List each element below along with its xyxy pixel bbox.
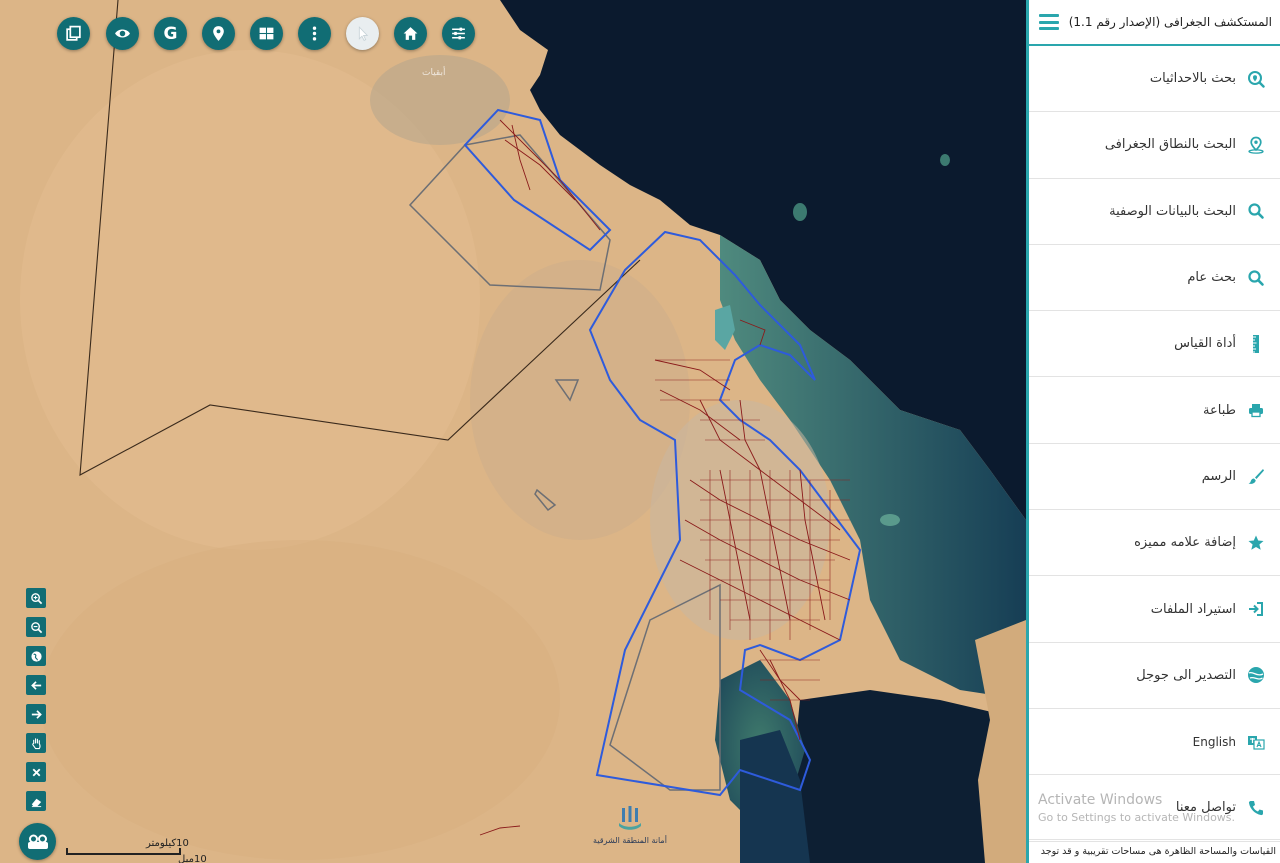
sliders-icon xyxy=(452,27,465,40)
globe-icon xyxy=(30,650,42,662)
menu-item-coordinates-search[interactable]: بحث بالاحداثيات xyxy=(1029,46,1280,113)
star-icon xyxy=(1246,533,1266,553)
layers-copy-icon xyxy=(66,25,81,41)
print-icon xyxy=(1246,400,1266,420)
menu-item-label: إضافة علامه مميزه xyxy=(1134,535,1236,551)
more-button[interactable] xyxy=(298,17,331,50)
sidebar-header: المستكشف الجغرافى (الإصدار رقم 1.1) xyxy=(1029,0,1280,46)
settings-button[interactable] xyxy=(442,17,475,50)
satellite-basemap xyxy=(0,0,1026,863)
phone-icon xyxy=(1246,798,1266,818)
menu-item-label: أداة القياس xyxy=(1174,336,1236,352)
eye-icon xyxy=(115,29,130,38)
previous-extent-button[interactable] xyxy=(26,675,46,695)
search-icon xyxy=(1246,201,1266,221)
menu-item-label: تواصل معنا xyxy=(1175,800,1236,816)
map-pin-area-icon xyxy=(1246,135,1266,155)
menu-item-language[interactable]: English xyxy=(1029,709,1280,776)
home-icon xyxy=(403,27,418,40)
cursor-icon xyxy=(358,26,369,41)
search-icon xyxy=(1246,268,1266,288)
scale-line xyxy=(66,853,181,855)
layers-copy-button[interactable] xyxy=(57,17,90,50)
logo-emblem-icon xyxy=(619,806,641,830)
visibility-button[interactable] xyxy=(106,17,139,50)
map-view[interactable]: أبقيات G 10كيلومتر 10ميل أمانة المنطقة ا… xyxy=(0,0,1026,863)
google-button[interactable]: G xyxy=(154,17,187,50)
pan-button[interactable] xyxy=(26,733,46,753)
grid-icon xyxy=(259,27,274,40)
globe-earth-icon xyxy=(1246,665,1266,685)
import-icon xyxy=(1246,599,1266,619)
brush-icon xyxy=(1246,466,1266,486)
menu-item-label: English xyxy=(1192,734,1236,749)
menu-item-label: استيراد الملفات xyxy=(1150,601,1236,617)
zoom-out-icon xyxy=(30,621,42,633)
clear-button[interactable] xyxy=(26,762,46,782)
menu-item-label: الرسم xyxy=(1201,468,1236,484)
menu-item-print[interactable]: طباعة xyxy=(1029,377,1280,444)
municipality-logo: أمانة المنطقة الشرقية xyxy=(590,806,670,845)
scale-bar: 10كيلومتر 10ميل xyxy=(66,838,207,863)
menu-item-contact-us[interactable]: تواصل معنا xyxy=(1029,775,1280,842)
basemap-gallery-button[interactable] xyxy=(19,823,56,860)
basemap-icon xyxy=(27,834,48,849)
tools-menu: بحث بالاحداثيات البحث بالنطاق الجغرافى ا… xyxy=(1029,46,1280,842)
zoom-in-button[interactable] xyxy=(26,588,46,608)
map-pin-icon xyxy=(213,26,224,41)
menu-toggle-icon[interactable] xyxy=(1039,14,1059,30)
zoom-in-icon xyxy=(30,592,42,604)
scale-mi-label: 10ميل xyxy=(178,854,207,863)
menu-item-attribute-search[interactable]: البحث بالبيانات الوصفية xyxy=(1029,179,1280,245)
eraser-button[interactable] xyxy=(26,791,46,811)
zoom-out-button[interactable] xyxy=(26,617,46,637)
menu-item-label: بحث بالاحداثيات xyxy=(1149,71,1236,87)
sidebar-panel: المستكشف الجغرافى (الإصدار رقم 1.1) بحث … xyxy=(1026,0,1280,863)
layout-button[interactable] xyxy=(250,17,283,50)
pointer-button[interactable] xyxy=(346,17,379,50)
menu-item-spatial-search[interactable]: البحث بالنطاق الجغرافى xyxy=(1029,112,1280,179)
home-button[interactable] xyxy=(394,17,427,50)
full-extent-button[interactable] xyxy=(26,646,46,666)
app-title: المستكشف الجغرافى (الإصدار رقم 1.1) xyxy=(1068,15,1272,29)
menu-item-label: بحث عام xyxy=(1187,270,1236,286)
menu-item-export-google[interactable]: التصدير الى جوجل xyxy=(1029,643,1280,709)
vertical-dots-icon xyxy=(312,26,317,41)
logo-text: أمانة المنطقة الشرقية xyxy=(593,836,667,845)
location-button[interactable] xyxy=(202,17,235,50)
menu-item-label: طباعة xyxy=(1203,402,1236,418)
app-window: أبقيات G 10كيلومتر 10ميل أمانة المنطقة ا… xyxy=(0,0,1280,863)
menu-item-drawing[interactable]: الرسم xyxy=(1029,444,1280,511)
map-navigation-toolbar xyxy=(26,588,46,811)
menu-item-general-search[interactable]: بحث عام xyxy=(1029,245,1280,312)
district-label: أبقيات xyxy=(422,68,446,78)
search-location-icon xyxy=(1246,69,1266,89)
menu-item-import-files[interactable]: استيراد الملفات xyxy=(1029,576,1280,643)
close-icon xyxy=(32,768,40,776)
translate-icon xyxy=(1246,732,1266,752)
menu-item-measure-tool[interactable]: أداة القياس xyxy=(1029,311,1280,378)
menu-item-label: التصدير الى جوجل xyxy=(1136,667,1236,683)
ruler-icon xyxy=(1246,334,1266,354)
menu-item-label: البحث بالنطاق الجغرافى xyxy=(1104,137,1236,153)
hand-icon xyxy=(31,737,41,749)
arrow-right-icon xyxy=(31,709,42,719)
google-g-icon: G xyxy=(163,23,178,44)
measurement-disclaimer: القياسات والمساحة الظاهرة هى مساحات تقري… xyxy=(1029,839,1280,863)
scale-km-label: 10كيلومتر xyxy=(146,838,189,849)
menu-item-add-bookmark[interactable]: إضافة علامه مميزه xyxy=(1029,510,1280,577)
next-extent-button[interactable] xyxy=(26,704,46,724)
arrow-left-icon xyxy=(30,680,41,690)
eraser-icon xyxy=(31,798,41,807)
menu-item-label: البحث بالبيانات الوصفية xyxy=(1109,203,1236,219)
